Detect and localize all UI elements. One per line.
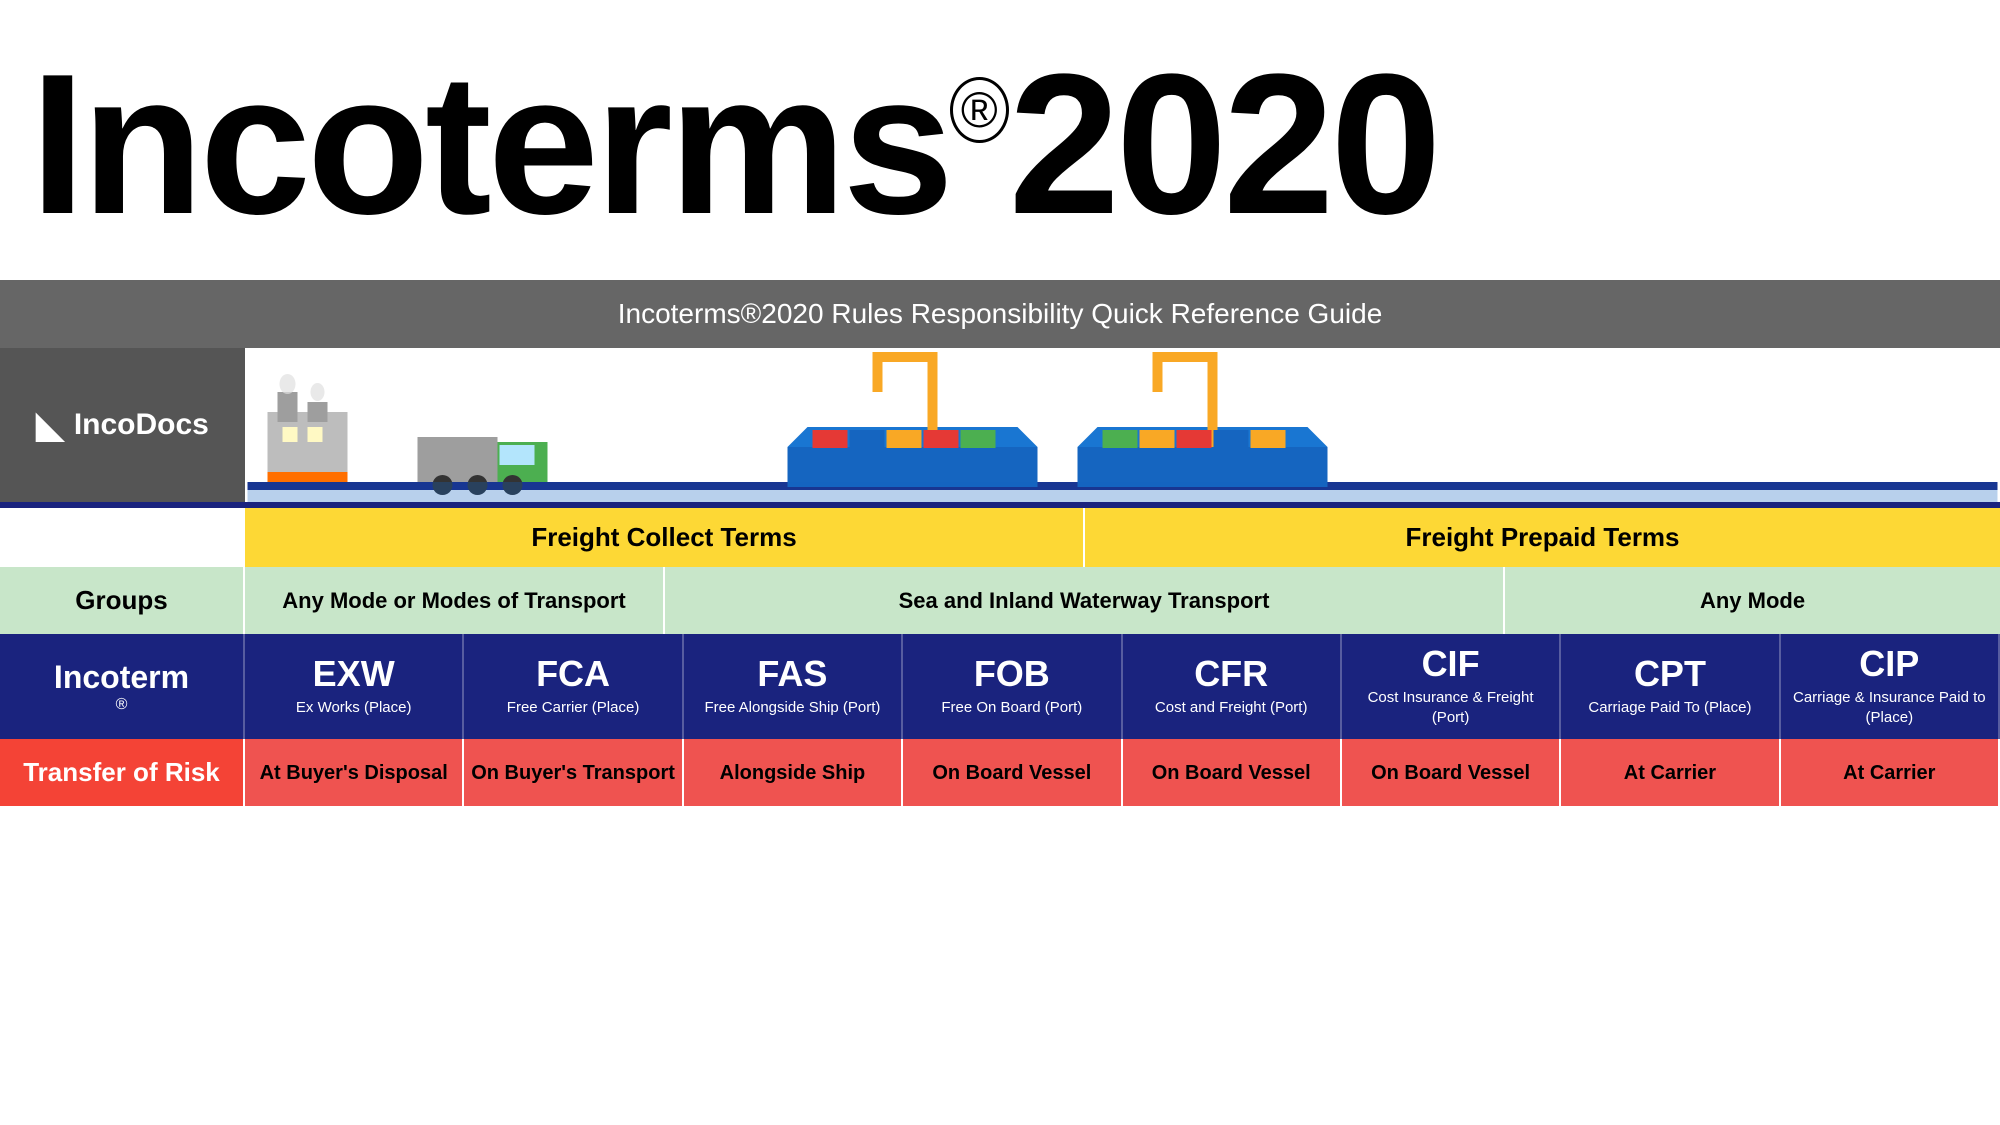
illustration-row: ◣ IncoDocs — [0, 348, 2000, 508]
groups-any-mode-right: Any Mode — [1505, 567, 2000, 634]
incoterm-code-fca: FCA — [536, 656, 610, 692]
incoterm-code-fob: FOB — [974, 656, 1050, 692]
illustration-area — [245, 348, 2000, 502]
incoterm-row: Incoterm® EXW Ex Works (Place) FCA Free … — [0, 634, 2000, 739]
registered-mark: ® — [950, 77, 1009, 143]
incoterm-col-cip: CIP Carriage & Insurance Paid to (Place) — [1781, 634, 2000, 739]
incoterm-code-cif: CIF — [1422, 646, 1480, 682]
logo-icon: ◣ — [36, 404, 64, 446]
incoterm-col-fob: FOB Free On Board (Port) — [903, 634, 1122, 739]
incoterm-col-fca: FCA Free Carrier (Place) — [464, 634, 683, 739]
freight-collect-banner: Freight Collect Terms — [245, 508, 1085, 567]
risk-col-fas: Alongside Ship — [684, 739, 903, 806]
incoterm-code-cfr: CFR — [1194, 656, 1268, 692]
freight-prepaid-banner: Freight Prepaid Terms — [1085, 508, 2000, 567]
scene-illustration — [245, 352, 2000, 502]
risk-value-exw: At Buyer's Disposal — [260, 760, 448, 786]
incoterm-code-fas: FAS — [757, 656, 827, 692]
incoterm-col-cif: CIF Cost Insurance & Freight (Port) — [1342, 634, 1561, 739]
incoterm-desc-fca: Free Carrier (Place) — [507, 698, 640, 718]
incoterm-label-cell: Incoterm® — [0, 634, 245, 739]
title-main: Incoterms — [30, 33, 950, 256]
risk-value-cip: At Carrier — [1843, 760, 1935, 786]
risk-col-cip: At Carrier — [1781, 739, 2000, 806]
logo: ◣ IncoDocs — [36, 404, 209, 446]
risk-col-cif: On Board Vessel — [1342, 739, 1561, 806]
incoterm-code-cip: CIP — [1859, 646, 1919, 682]
incoterm-code-cpt: CPT — [1634, 656, 1706, 692]
incoterm-desc-fas: Free Alongside Ship (Port) — [704, 698, 880, 718]
risk-row: Transfer of Risk At Buyer's Disposal On … — [0, 739, 2000, 806]
subtitle-text: Incoterms®2020 Rules Responsibility Quic… — [618, 298, 1383, 329]
risk-col-fob: On Board Vessel — [903, 739, 1122, 806]
incoterm-desc-cfr: Cost and Freight (Port) — [1155, 698, 1308, 718]
freight-banner-spacer — [0, 508, 245, 567]
risk-col-cpt: At Carrier — [1561, 739, 1780, 806]
logo-name: IncoDocs — [74, 408, 209, 442]
risk-col-fca: On Buyer's Transport — [464, 739, 683, 806]
groups-any-mode: Any Mode or Modes of Transport — [245, 567, 665, 634]
risk-col-cfr: On Board Vessel — [1123, 739, 1342, 806]
title-year: 2020 — [1009, 33, 1438, 256]
incoterm-registered: ® — [116, 696, 128, 714]
freight-banner: Freight Collect Terms Freight Prepaid Te… — [0, 508, 2000, 567]
risk-label-cell: Transfer of Risk — [0, 739, 245, 806]
risk-value-cif: On Board Vessel — [1371, 760, 1530, 786]
title-section: Incoterms®2020 — [0, 0, 2000, 280]
incoterm-desc-cip: Carriage & Insurance Paid to (Place) — [1787, 688, 1992, 727]
groups-sea-inland: Sea and Inland Waterway Transport — [665, 567, 1505, 634]
groups-row: Groups Any Mode or Modes of Transport Se… — [0, 567, 2000, 634]
risk-value-cfr: On Board Vessel — [1152, 760, 1311, 786]
risk-label: Transfer of Risk — [23, 757, 220, 788]
incoterm-col-fas: FAS Free Alongside Ship (Port) — [684, 634, 903, 739]
risk-value-fob: On Board Vessel — [932, 760, 1091, 786]
subtitle-bar: Incoterms®2020 Rules Responsibility Quic… — [0, 280, 2000, 348]
risk-value-fas: Alongside Ship — [720, 760, 866, 786]
risk-value-cpt: At Carrier — [1624, 760, 1716, 786]
risk-col-exw: At Buyer's Disposal — [245, 739, 464, 806]
incoterm-desc-cif: Cost Insurance & Freight (Port) — [1348, 688, 1553, 727]
risk-value-fca: On Buyer's Transport — [471, 760, 675, 786]
incoterm-code-exw: EXW — [313, 656, 395, 692]
incoterm-label: Incoterm — [54, 659, 189, 696]
incoterm-desc-cpt: Carriage Paid To (Place) — [1588, 698, 1751, 718]
incoterm-col-exw: EXW Ex Works (Place) — [245, 634, 464, 739]
groups-label: Groups — [0, 567, 245, 634]
logo-area: ◣ IncoDocs — [0, 348, 245, 502]
incoterm-col-cfr: CFR Cost and Freight (Port) — [1123, 634, 1342, 739]
incoterm-desc-fob: Free On Board (Port) — [941, 698, 1082, 718]
incoterm-desc-exw: Ex Works (Place) — [296, 698, 412, 718]
incoterm-col-cpt: CPT Carriage Paid To (Place) — [1561, 634, 1780, 739]
